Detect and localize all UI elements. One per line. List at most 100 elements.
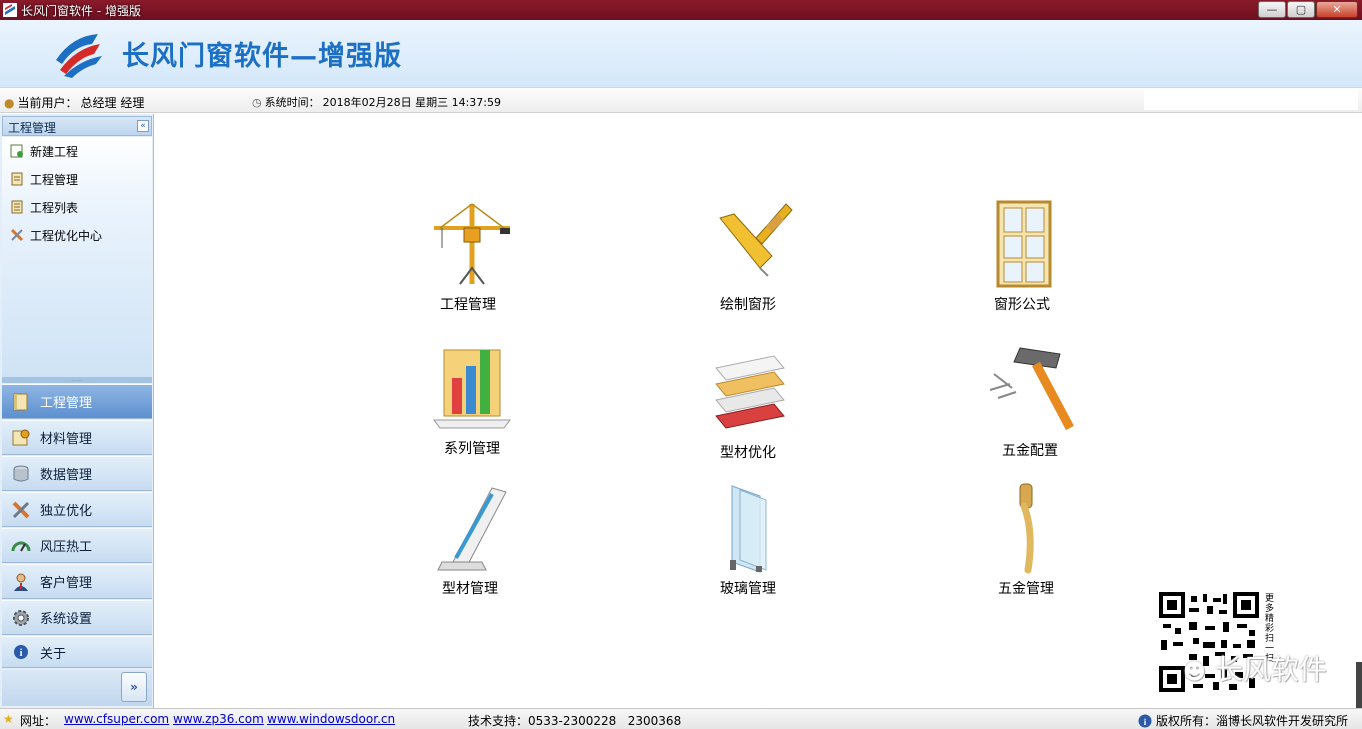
tile-label: 玻璃管理 — [720, 581, 776, 597]
sidebar-link-label: 工程优化中心 — [30, 228, 103, 243]
status-blank-field — [1144, 90, 1358, 110]
window-controls: — ▢ ✕ — [1258, 1, 1358, 18]
sidebar-header-title: 工程管理 — [8, 121, 57, 135]
tile-label: 型材优化 — [720, 445, 776, 461]
tile-hardware-manage[interactable]: 五金管理 — [961, 482, 1091, 598]
ruler-icon — [719, 203, 793, 277]
nav-label: 材料管理 — [40, 432, 93, 447]
main-panel: 工程管理 绘制窗形 窗形公式 系列管理 型材优化 五金配置 型材管理 玻璃管理 … — [155, 114, 1362, 708]
chevron-down-icon[interactable]: » — [121, 672, 147, 702]
crane-icon — [434, 203, 510, 285]
tile-label: 五金配置 — [1002, 443, 1058, 459]
book-icon — [10, 391, 32, 413]
sidebar-splitter[interactable]: ...... — [2, 377, 152, 383]
sidebar-link-project-list[interactable]: 工程列表 — [2, 193, 152, 221]
tile-label: 绘制窗形 — [720, 297, 776, 313]
current-user: ● 当前用户： 总经理 经理 — [4, 94, 144, 111]
window-icon — [996, 200, 1052, 288]
maximize-button[interactable]: ▢ — [1287, 1, 1315, 18]
star-icon: ★ — [3, 712, 14, 726]
tile-series-manage[interactable]: 系列管理 — [407, 342, 537, 458]
nav-label: 系统设置 — [40, 612, 93, 627]
promo-brand: ☻ 长风软件 — [1183, 648, 1327, 688]
tile-label: 五金管理 — [998, 581, 1054, 597]
sidebar: 工程管理 « 新建工程 工程管理 工程列表 工程优化中心 ...... 工程管理… — [0, 114, 154, 708]
tile-draw-window[interactable]: 绘制窗形 — [683, 198, 813, 314]
company-logo — [56, 34, 102, 78]
window-title: 长风门窗软件 - 增强版 — [21, 3, 141, 18]
sidebar-links: 新建工程 工程管理 工程列表 工程优化中心 — [2, 137, 152, 377]
status-bar: ● 当前用户： 总经理 经理 ◷ 系统时间： 2018年02月28日 星期三 1… — [0, 89, 1362, 113]
nav-independent-optimize[interactable]: 独立优化 — [2, 492, 152, 527]
system-time: ◷ 系统时间： 2018年02月28日 星期三 14:37:59 — [252, 94, 501, 110]
user-icon: ● — [4, 95, 15, 110]
svg-text:i: i — [20, 648, 23, 659]
app-icon — [3, 3, 17, 17]
material-icon — [10, 427, 32, 449]
sidebar-link-optimize-center[interactable]: 工程优化中心 — [2, 221, 152, 249]
sidebar-footer: » — [2, 670, 152, 706]
info-icon: i — [10, 641, 32, 663]
nav-label: 关于 — [40, 646, 67, 662]
gauge-icon — [10, 535, 32, 557]
profile-corner-icon — [437, 487, 507, 571]
site-label: 网址： — [20, 714, 57, 728]
clock-icon: ◷ — [252, 95, 262, 109]
project-list-icon — [10, 200, 24, 214]
minimize-button[interactable]: — — [1258, 1, 1286, 18]
customer-icon — [10, 571, 32, 593]
promo-brand-text: 长风软件 — [1214, 653, 1327, 686]
app-brand-title: 长风门窗软件—增强版 — [122, 41, 402, 72]
user-label: 当前用户： — [17, 96, 78, 110]
tile-profile-manage[interactable]: 型材管理 — [405, 482, 535, 598]
database-icon — [10, 463, 32, 485]
glass-icon — [730, 485, 767, 573]
time-label: 系统时间： — [264, 96, 320, 109]
new-project-icon — [10, 144, 24, 158]
nav-label: 数据管理 — [40, 468, 93, 483]
footer-bar: ★ 网址： www.cfsuper.com www.zp36.com www.w… — [0, 708, 1362, 729]
sidebar-link-project-manage[interactable]: 工程管理 — [2, 165, 152, 193]
nav-project-manage[interactable]: 工程管理 — [2, 384, 152, 419]
sidebar-link-label: 新建工程 — [30, 144, 79, 159]
time-value: 2018年02月28日 星期三 14:37:59 — [322, 96, 501, 109]
link-windowsdoor[interactable]: www.windowsdoor.cn — [267, 712, 395, 726]
sidebar-header: 工程管理 « — [2, 116, 152, 136]
window-title-bar[interactable]: 长风门窗软件 - 增强版 — ▢ ✕ — [0, 0, 1362, 20]
copyright: i 版权所有：淄博长风软件开发研究所 — [1138, 712, 1348, 729]
close-button[interactable]: ✕ — [1316, 1, 1358, 18]
bar-chart-icon — [433, 349, 511, 429]
tile-window-formula[interactable]: 窗形公式 — [957, 198, 1087, 314]
link-zp36[interactable]: www.zp36.com — [173, 712, 264, 726]
profile-stack-icon — [715, 355, 785, 429]
tile-project-manage[interactable]: 工程管理 — [403, 198, 533, 314]
hammer-icon — [989, 347, 1074, 431]
tile-label: 系列管理 — [444, 441, 500, 457]
nav-about[interactable]: i 关于 — [2, 636, 152, 668]
nav-material-manage[interactable]: 材料管理 — [2, 420, 152, 455]
link-cfsuper[interactable]: www.cfsuper.com — [64, 712, 169, 726]
app-banner: 长风门窗软件—增强版 — [0, 20, 1362, 88]
sidebar-link-label: 工程列表 — [30, 200, 79, 215]
sidebar-link-new-project[interactable]: 新建工程 — [2, 137, 152, 165]
tile-glass-manage[interactable]: 玻璃管理 — [683, 482, 813, 598]
nav-data-manage[interactable]: 数据管理 — [2, 456, 152, 491]
handle-icon — [1019, 483, 1034, 574]
sidebar-link-label: 工程管理 — [30, 172, 79, 187]
qr-promo: 更多精彩扫一扫 ☻ 长风软件 — [1159, 588, 1359, 698]
nav-system-settings[interactable]: 系统设置 — [2, 600, 152, 635]
tile-label: 窗形公式 — [994, 297, 1050, 313]
info-icon: i — [1138, 714, 1152, 727]
optimize-tools-icon — [10, 228, 24, 242]
nav-customer-manage[interactable]: 客户管理 — [2, 564, 152, 599]
copyright-text: 版权所有：淄博长风软件开发研究所 — [1155, 714, 1348, 728]
project-document-icon — [10, 172, 24, 186]
tile-label: 型材管理 — [442, 581, 498, 597]
nav-wind-thermal[interactable]: 风压热工 — [2, 528, 152, 563]
nav-label: 独立优化 — [40, 504, 93, 519]
tile-profile-optimize[interactable]: 型材优化 — [683, 346, 813, 462]
tile-hardware-config[interactable]: 五金配置 — [965, 344, 1095, 460]
collapse-icon[interactable]: « — [137, 120, 149, 132]
nav-label: 风压热工 — [40, 540, 93, 555]
tools-icon — [10, 499, 32, 521]
